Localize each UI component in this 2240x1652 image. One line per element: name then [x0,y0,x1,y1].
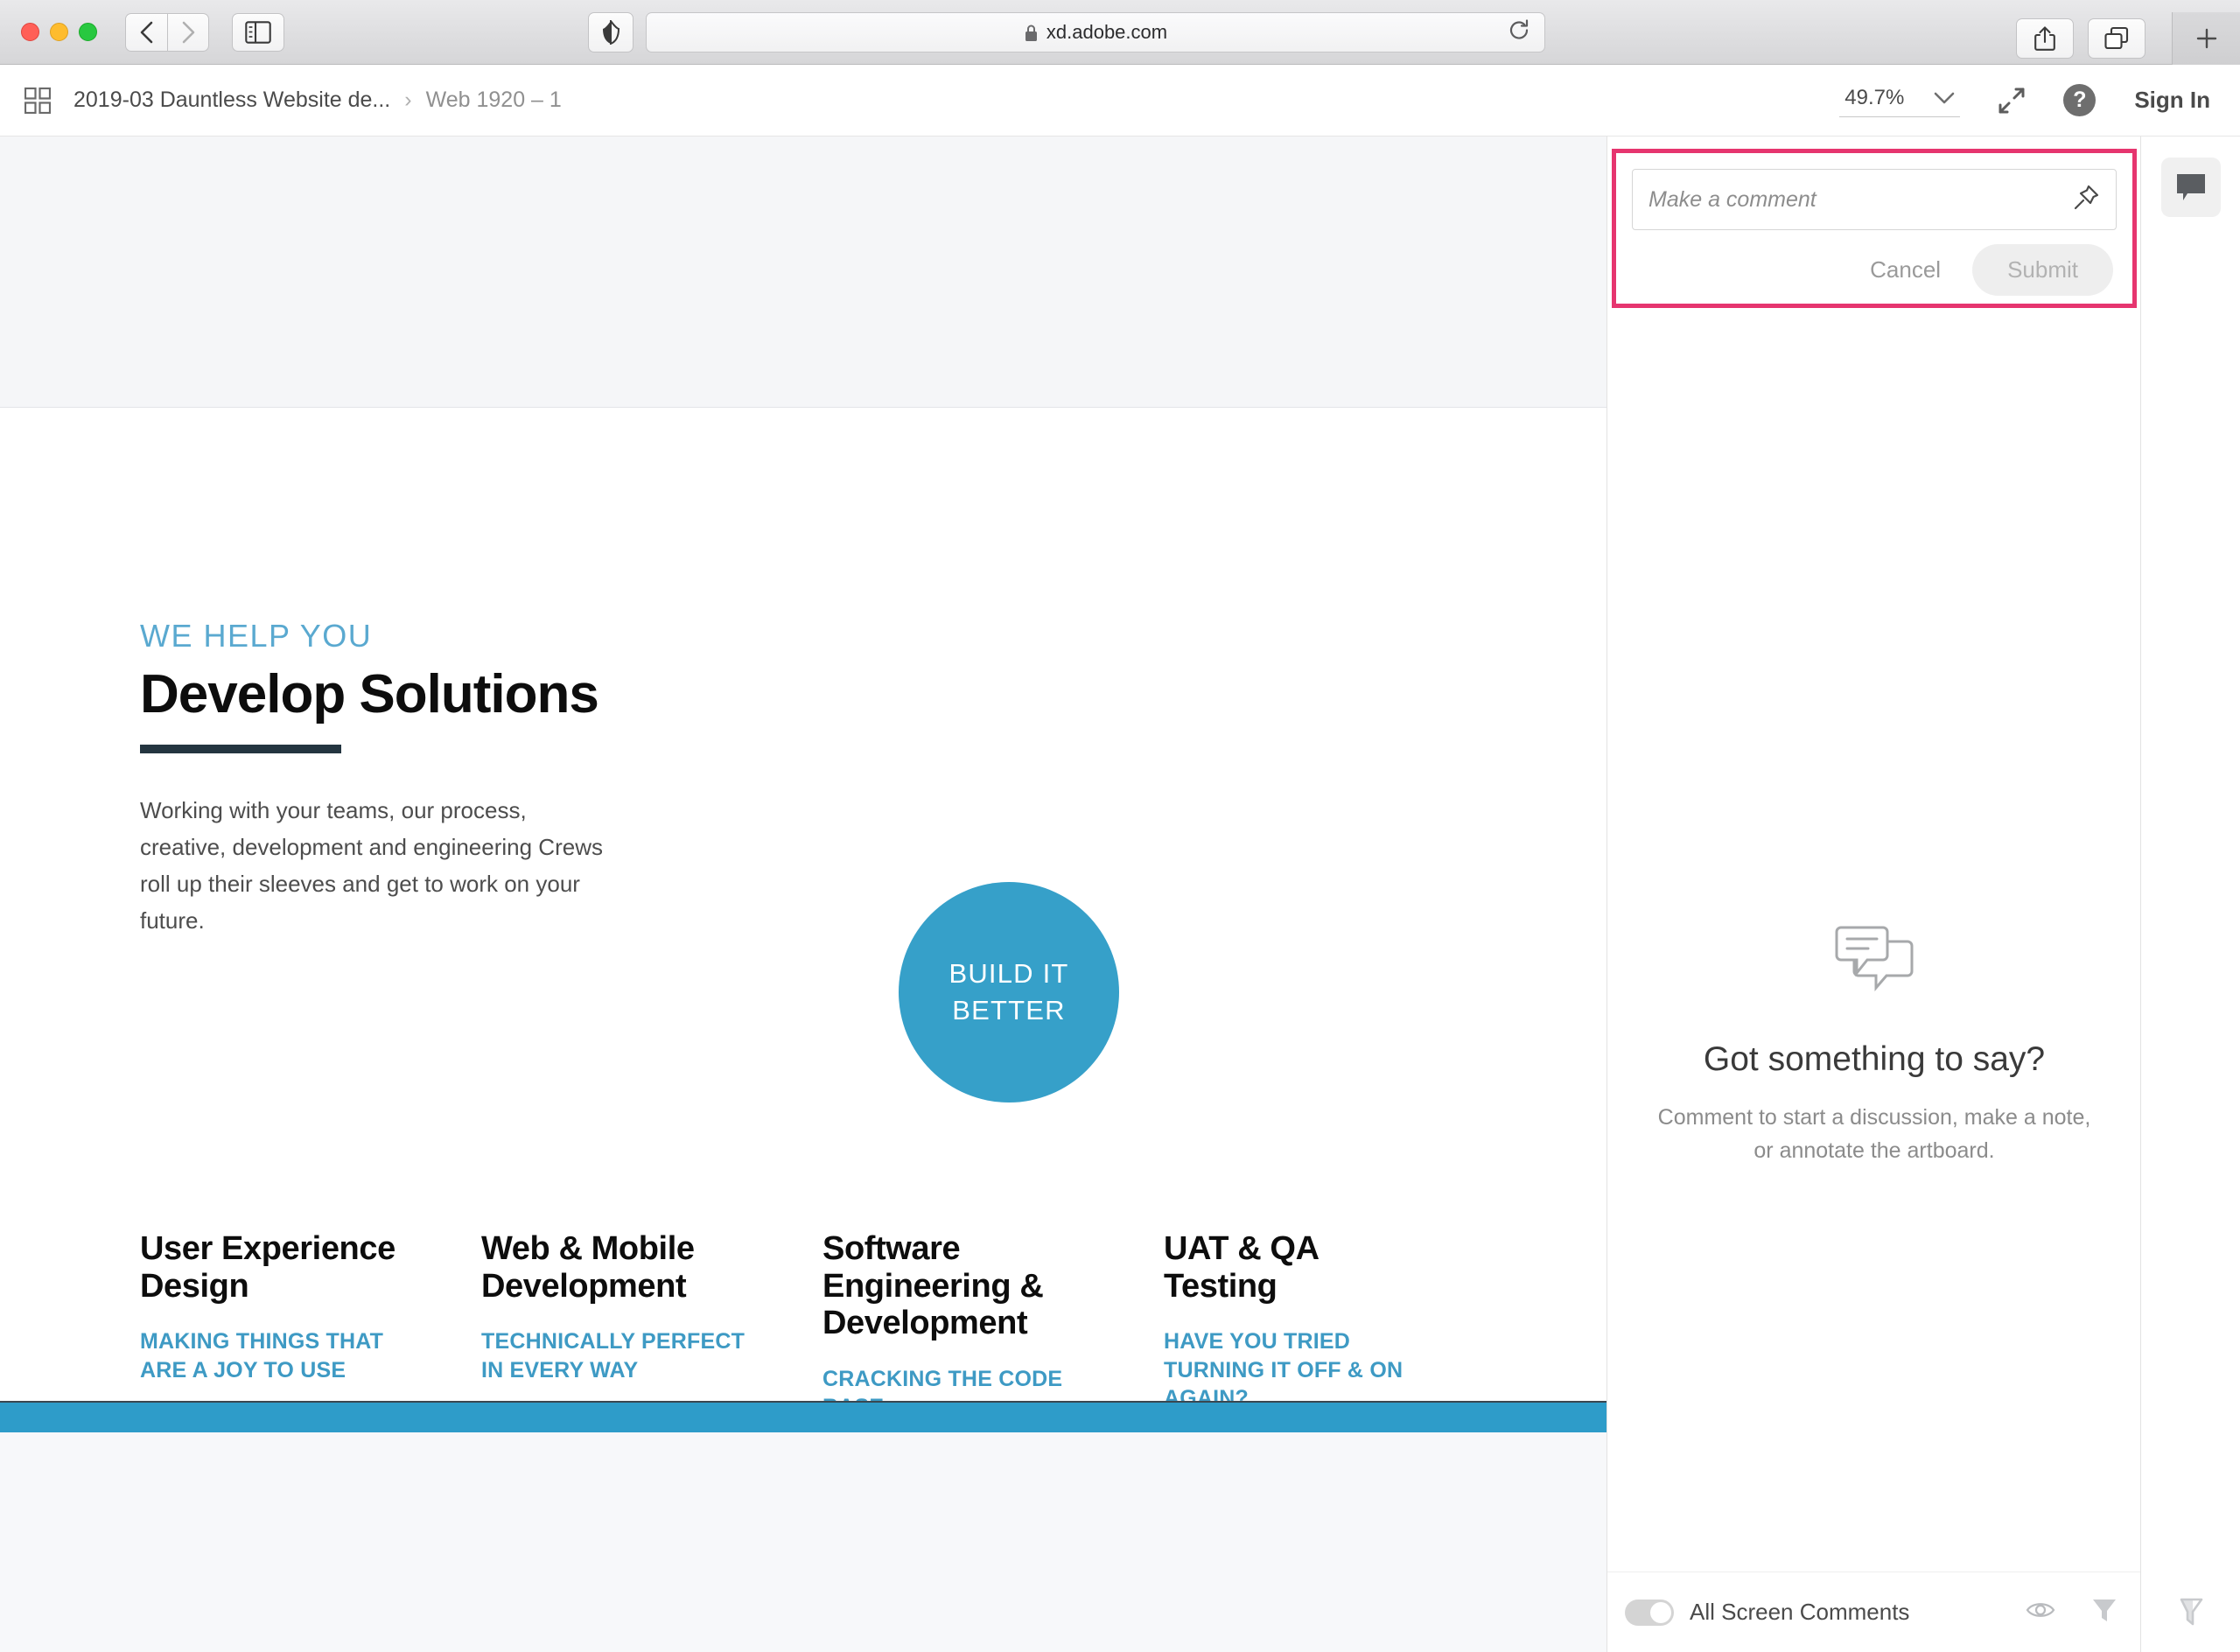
breadcrumb-separator: › [404,88,412,112]
share-button[interactable] [2016,18,2074,59]
tab-overview-icon [2104,26,2129,50]
breadcrumb-artboard[interactable]: Web 1920 – 1 [426,88,562,113]
tab-overview-button[interactable] [2088,18,2146,59]
reload-button[interactable] [1508,19,1530,46]
comments-panel-footer: All Screen Comments [1607,1572,2141,1652]
comments-tool-button[interactable] [2161,158,2221,217]
maximize-window-button[interactable] [79,23,97,41]
fullscreen-button[interactable] [1997,86,2026,116]
all-screen-comments-label: All Screen Comments [1690,1599,1910,1625]
browser-toolbar: xd.adobe.com [0,0,2240,65]
browser-right-actions [2016,12,2240,65]
empty-state-body: Comment to start a discussion, make a no… [1657,1105,2091,1163]
comments-empty-state: Got something to say? Comment to start a… [1607,924,2141,1167]
help-question-icon[interactable]: ? [2063,84,2096,116]
service-title: Web & Mobile Development [481,1230,695,1305]
submit-button[interactable]: Submit [1972,244,2113,296]
share-icon [2034,26,2055,51]
address-bar[interactable]: xd.adobe.com [646,12,1545,52]
new-tab-button[interactable] [2172,12,2240,65]
comment-compose-box: Make a comment Cancel Submit [1612,149,2137,308]
comments-panel: Make a comment Cancel Submit Got somethi… [1606,136,2141,1652]
privacy-report-button[interactable] [588,12,634,52]
comment-input[interactable]: Make a comment [1648,187,2072,213]
service-title: User Experience Design [140,1230,396,1305]
pin-icon[interactable] [2072,184,2100,216]
sidebar-toggle-icon [245,20,271,44]
service-title: Software Engineering & Development [822,1230,1044,1342]
artboard-blue-band [0,1401,1606,1432]
right-icon-rail [2140,136,2240,1652]
plus-icon [2196,28,2216,49]
xd-app-toolbar: 2019-03 Dauntless Website de... › Web 19… [0,65,2240,136]
artboard-previous-section [0,136,1606,408]
eye-visibility-icon[interactable] [2026,1599,2055,1626]
hero-eyebrow: WE HELP YOU [140,618,373,654]
forward-button[interactable] [167,12,209,52]
service-subtitle: HAVE YOU TRIED TURNING IT OFF & ON AGAIN… [1164,1329,1404,1411]
url-text: xd.adobe.com [1046,21,1168,43]
filter-funnel-icon [2180,1598,2203,1626]
service-subtitle: TECHNICALLY PERFECT IN EVERY WAY [481,1329,746,1382]
rail-filter-button[interactable] [2141,1572,2240,1652]
address-bar-area: xd.adobe.com [588,12,1545,52]
service-title: UAT & QA Testing [1164,1230,1319,1305]
artboard-canvas: WE HELP YOU Develop Solutions Working wi… [0,408,1606,1649]
stage-empty-area [0,1432,1606,1652]
hero-divider [140,745,341,753]
cancel-button[interactable]: Cancel [1847,244,1964,296]
xd-toolbar-actions: 49.7% ? Sign In [1839,83,2240,117]
chevron-left-icon [140,21,152,43]
comment-bubble-icon [2177,174,2205,200]
breadcrumb-project[interactable]: 2019-03 Dauntless Website de... [74,88,390,113]
service-subtitle: MAKING THINGS THAT ARE A JOY TO USE [140,1329,384,1382]
empty-state-title: Got something to say? [1703,1040,2046,1078]
hero-section: WE HELP YOU Develop Solutions Working wi… [140,618,604,939]
help-glyph: ? [2073,88,2087,112]
all-screen-comments-toggle[interactable] [1625,1599,1674,1626]
grid-icon[interactable] [24,87,51,114]
build-it-better-badge: BUILD IT BETTER [899,882,1119,1102]
hero-body: Working with your teams, our process, cr… [140,797,603,934]
minimize-window-button[interactable] [50,23,68,41]
filter-funnel-icon[interactable] [2090,1596,2118,1628]
navigation-buttons [125,12,209,52]
hero-title: Develop Solutions [140,664,599,724]
zoom-level-value: 49.7% [1844,86,1905,109]
privacy-shield-icon [603,20,620,45]
artboard-stage[interactable]: WE HELP YOU Develop Solutions Working wi… [0,136,1606,1652]
breadcrumb: 2019-03 Dauntless Website de... › Web 19… [74,88,562,113]
comments-footer-icons [2026,1596,2124,1628]
sign-in-button[interactable]: Sign In [2134,87,2210,114]
compose-actions: Cancel Submit [1616,244,2113,296]
comment-bubbles-icon [1835,926,1914,992]
chevron-right-icon [182,21,195,43]
back-button[interactable] [125,12,167,52]
zoom-level-select[interactable]: 49.7% [1839,83,1961,117]
badge-line-2: BETTER [952,995,1066,1026]
fullscreen-expand-icon [1998,88,2025,113]
chevron-down-icon [1935,92,1955,104]
lock-icon [1025,24,1037,41]
reload-icon [1509,19,1529,39]
badge-line-1: BUILD IT [948,958,1069,990]
sidebar-toggle-button[interactable] [232,12,284,52]
comment-input-row[interactable]: Make a comment [1632,169,2117,230]
close-window-button[interactable] [21,23,39,41]
window-controls[interactable] [21,23,97,41]
